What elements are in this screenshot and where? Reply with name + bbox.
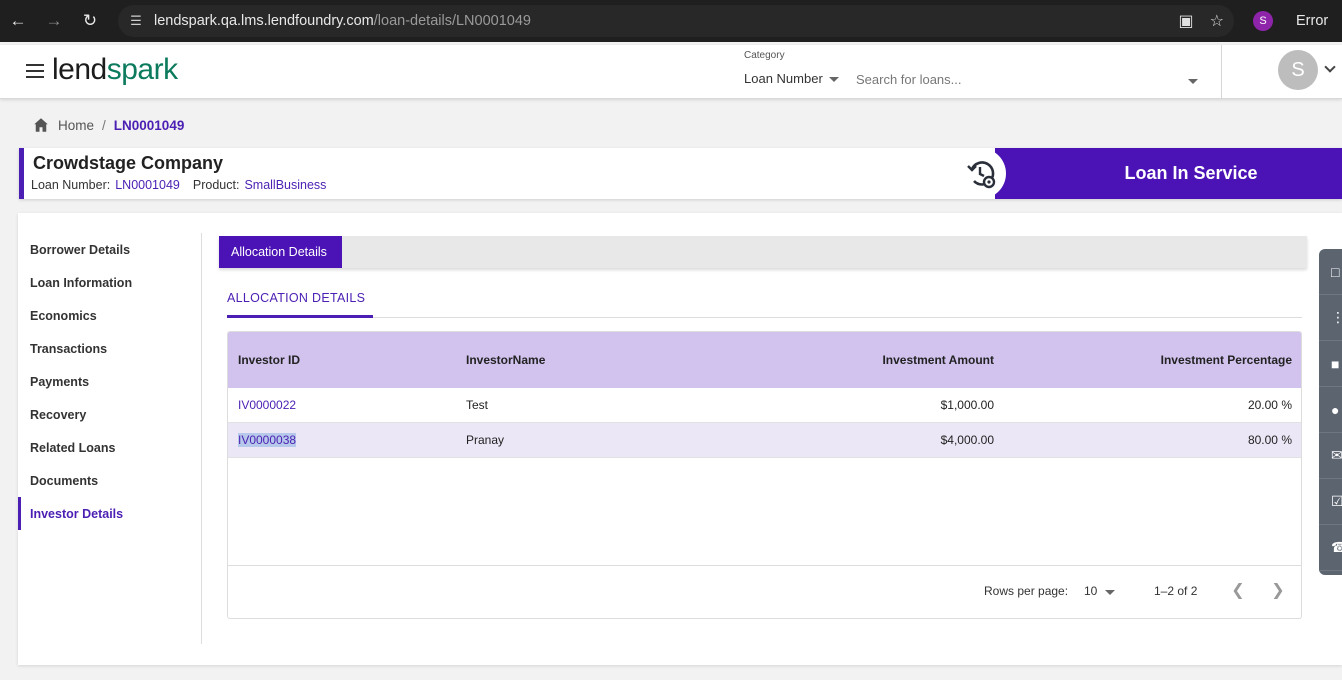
menu-icon[interactable] (26, 64, 44, 78)
rows-per-page-select[interactable]: 10 (1084, 584, 1116, 598)
main-panel: Borrower Details Loan Information Econom… (18, 213, 1342, 665)
breadcrumb-current: LN0001049 (113, 117, 185, 133)
investor-name-cell: Test (466, 398, 489, 412)
nav-item-documents[interactable]: Documents (18, 464, 202, 497)
rows-per-page-label: Rows per page: (984, 584, 1069, 598)
chevron-down-icon (828, 77, 839, 82)
column-header-investment-percentage[interactable]: Investment Percentage (994, 353, 1292, 367)
task-icon[interactable]: ☑ (1319, 479, 1342, 525)
next-page-icon[interactable]: ❯ (1267, 579, 1289, 601)
install-app-icon[interactable]: ▣ (1179, 11, 1194, 31)
breadcrumb-home[interactable]: Home (58, 118, 94, 133)
category-value: Loan Number (744, 71, 823, 86)
search-input[interactable] (856, 69, 1176, 89)
column-header-investor-id[interactable]: Investor ID (228, 353, 466, 367)
forward-icon[interactable]: → (36, 0, 72, 42)
allocation-table: Investor ID InvestorName Investment Amou… (227, 331, 1302, 619)
bookmark-star-icon[interactable]: ☆ (1210, 11, 1224, 31)
previous-page-icon[interactable]: ❮ (1227, 579, 1249, 601)
nav-item-economics[interactable]: Economics (18, 299, 202, 332)
loan-number-label: Loan Number: (31, 178, 111, 192)
nav-item-loan-information[interactable]: Loan Information (18, 266, 202, 299)
product-label: Product: (192, 178, 240, 192)
loan-status-banner: Loan In Service (995, 148, 1342, 199)
chevron-down-icon (1105, 589, 1116, 595)
table-header-row: Investor ID InvestorName Investment Amou… (228, 332, 1301, 388)
address-bar[interactable]: ☰ lendspark.qa.lms.lendfoundry.com/loan-… (118, 5, 1234, 37)
category-select[interactable]: Loan Number (744, 71, 839, 86)
mail-icon[interactable]: ✉ (1319, 433, 1342, 479)
document-icon[interactable]: ■ (1319, 341, 1342, 387)
product-value[interactable]: SmallBusiness (244, 178, 326, 192)
breadcrumb-separator: / (102, 117, 106, 133)
url-path: /loan-details/LN0001049 (373, 13, 531, 29)
investment-amount-cell: $1,000.00 (940, 398, 994, 412)
phone-icon[interactable]: ☎ (1319, 525, 1342, 571)
company-name: Crowdstage Company (33, 153, 224, 173)
url-host: lendspark.qa.lms.lendfoundry.com (154, 13, 374, 29)
nav-item-borrower-details[interactable]: Borrower Details (18, 233, 202, 266)
back-icon[interactable]: ← (0, 0, 36, 42)
lendspark-logo[interactable]: lendspark (52, 53, 178, 87)
investor-id-link[interactable]: IV0000022 (228, 398, 466, 412)
person-icon[interactable]: ● (1319, 387, 1342, 433)
investor-name-cell: Pranay (466, 433, 505, 447)
loan-summary-card: Crowdstage Company Loan Number: LN000104… (19, 148, 1342, 199)
notes-icon[interactable]: □ (1319, 249, 1342, 295)
nav-item-related-loans[interactable]: Related Loans (18, 431, 202, 464)
browser-toolbar: ← → ↻ ☰ lendspark.qa.lms.lendfoundry.com… (0, 0, 1342, 42)
browser-error-chip[interactable]: Error (1286, 8, 1338, 34)
status-history-settings-icon[interactable] (955, 148, 1006, 199)
section-tab-underline (227, 315, 373, 318)
rows-per-page-value: 10 (1084, 584, 1098, 598)
nav-item-payments[interactable]: Payments (18, 365, 202, 398)
breadcrumb: Home / LN0001049 (32, 116, 184, 134)
user-avatar[interactable]: S (1278, 50, 1318, 90)
list-icon[interactable]: ⋮ (1319, 295, 1342, 341)
side-toolbar: □ ⋮ ■ ● ✉ ☑ ☎ (1319, 249, 1342, 575)
table-row[interactable]: IV0000038 Pranay $4,000.00 80.00 % (228, 423, 1301, 458)
user-menu-chevron-icon[interactable] (1324, 61, 1336, 73)
reload-icon[interactable]: ↻ (72, 0, 108, 42)
home-icon[interactable] (32, 116, 50, 134)
column-header-investment-amount[interactable]: Investment Amount (704, 353, 994, 367)
browser-profile-avatar[interactable]: S (1253, 11, 1273, 31)
nav-item-transactions[interactable]: Transactions (18, 332, 202, 365)
table-pagination: Rows per page: 10 1–2 of 2 ❮ ❯ (228, 565, 1301, 618)
table-row[interactable]: IV0000022 Test $1,000.00 20.00 % (228, 388, 1301, 423)
nav-item-investor-details[interactable]: Investor Details (18, 497, 202, 530)
header-divider (1221, 45, 1222, 99)
investment-amount-cell: $4,000.00 (940, 433, 994, 447)
section-divider (227, 317, 1302, 318)
investment-percentage-cell: 80.00 % (1247, 433, 1292, 447)
investor-id-link[interactable]: IV0000038 (238, 433, 297, 447)
side-nav: Borrower Details Loan Information Econom… (18, 233, 202, 530)
tab-allocation-details[interactable]: Allocation Details (219, 236, 339, 268)
investment-percentage-cell: 20.00 % (1247, 398, 1292, 412)
category-label: Category (744, 50, 785, 61)
investor-id-cell: IV0000038 (228, 433, 466, 447)
loan-number-value[interactable]: LN0001049 (115, 178, 180, 192)
app-header: lendspark Category Loan Number S (0, 45, 1342, 99)
pagination-range: 1–2 of 2 (1154, 584, 1198, 598)
search-dropdown-chevron-icon[interactable] (1188, 79, 1198, 84)
side-nav-divider (201, 233, 202, 644)
section-tab-allocation-details[interactable]: ALLOCATION DETAILS (227, 291, 365, 305)
loan-meta: Loan Number: LN0001049 Product: SmallBus… (31, 178, 334, 192)
column-header-investor-name[interactable]: InvestorName (466, 353, 704, 367)
site-settings-icon[interactable]: ☰ (118, 13, 154, 29)
tab-strip: Allocation Details (219, 236, 1307, 268)
tab-indicator (337, 236, 342, 268)
nav-item-recovery[interactable]: Recovery (18, 398, 202, 431)
